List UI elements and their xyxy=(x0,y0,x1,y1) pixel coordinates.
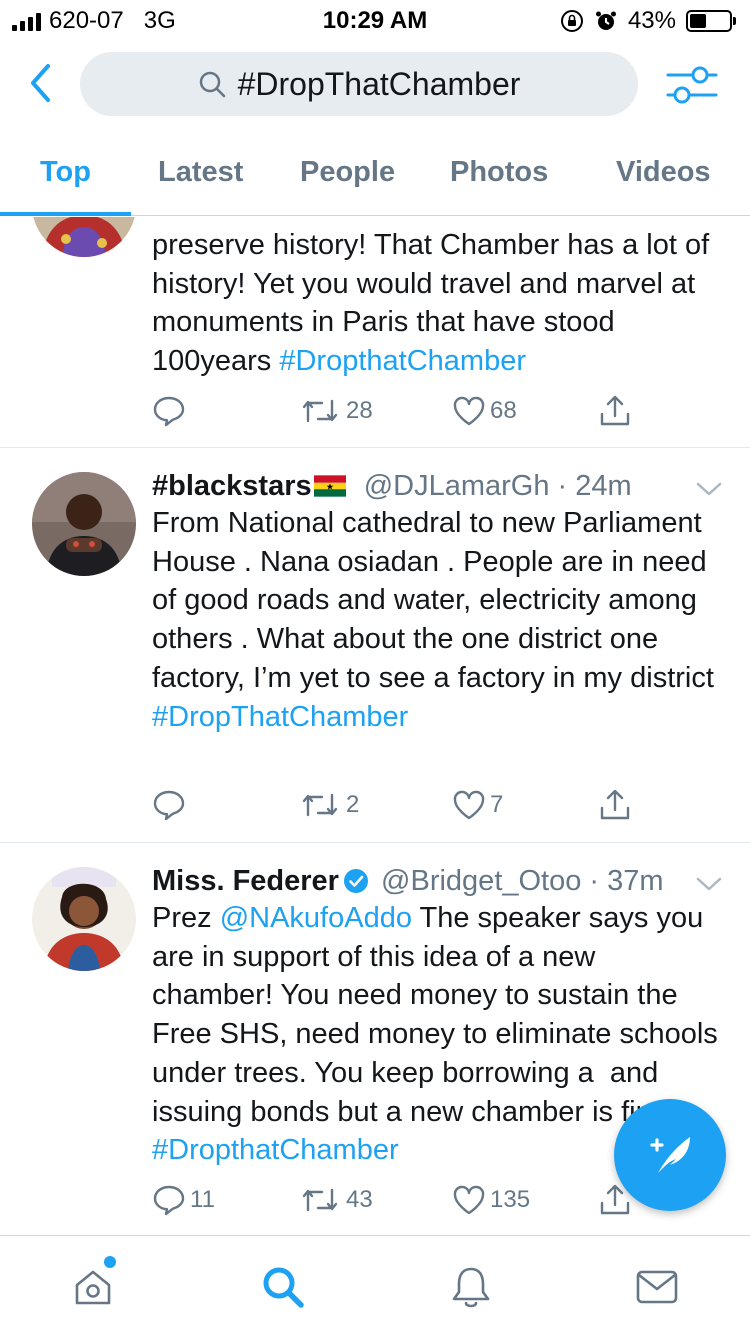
tweet-time: 37m xyxy=(607,865,664,897)
tab-top[interactable]: Top xyxy=(40,156,91,189)
ghana-flag-icon xyxy=(313,475,346,497)
hashtag-link[interactable]: #DropthatChamber xyxy=(279,345,526,377)
bell-icon xyxy=(452,1267,490,1308)
retweet-icon xyxy=(302,793,338,817)
reply-button[interactable] xyxy=(152,787,190,823)
retweet-button[interactable]: 28 xyxy=(298,393,373,429)
share-icon xyxy=(600,789,630,820)
tweet-actions: 28 68 xyxy=(152,393,652,429)
tweet-header: Miss. Federer @Bridget_Otoo · 37m xyxy=(152,862,664,900)
search-header: #DropThatChamber xyxy=(0,40,750,130)
verified-badge-icon xyxy=(343,869,368,893)
sliders-icon xyxy=(666,66,718,104)
tweet-text: preserve history! That Chamber has a lot… xyxy=(152,226,722,381)
tweet-text: From National cathedral to new Parliamen… xyxy=(152,504,722,736)
nav-notifications[interactable] xyxy=(446,1262,496,1312)
like-button[interactable]: 135 xyxy=(452,1182,530,1218)
share-icon xyxy=(600,395,630,426)
tab-people[interactable]: People xyxy=(300,156,395,189)
like-button[interactable]: 7 xyxy=(452,787,503,823)
heart-icon xyxy=(453,396,485,426)
retweet-button[interactable]: 43 xyxy=(298,1182,373,1218)
avatar[interactable] xyxy=(32,472,136,576)
tweet-feed[interactable]: preserve history! That Chamber has a lot… xyxy=(0,217,750,1235)
status-right: 43% xyxy=(560,7,736,35)
display-name[interactable]: Miss. Federer xyxy=(152,865,339,897)
tweet-actions: 11 43 135 xyxy=(152,1182,652,1218)
tweet-text-segment: From National cathedral to new Parliamen… xyxy=(152,507,714,694)
active-tab-indicator xyxy=(0,212,131,216)
search-input[interactable]: #DropThatChamber xyxy=(80,52,638,116)
mention-link[interactable]: @NAkufoAddo xyxy=(220,902,412,934)
tweet[interactable]: preserve history! That Chamber has a lot… xyxy=(0,217,750,447)
status-bar: 620-07 3G 10:29 AM 43% xyxy=(0,0,750,40)
mail-icon xyxy=(636,1270,678,1304)
separator: · xyxy=(581,865,608,897)
like-button[interactable]: 68 xyxy=(452,393,517,429)
reply-button[interactable] xyxy=(152,393,190,429)
tab-photos[interactable]: Photos xyxy=(450,156,548,189)
tweet-actions: 2 7 xyxy=(152,787,652,823)
heart-icon xyxy=(453,1185,485,1215)
home-icon xyxy=(75,1270,111,1305)
hashtag-link[interactable]: #DropThatChamber xyxy=(152,701,408,733)
battery-percent: 43% xyxy=(627,7,676,34)
search-tabs: Top Latest People Photos Videos xyxy=(0,130,750,216)
share-button[interactable] xyxy=(598,393,632,429)
search-icon xyxy=(263,1267,304,1308)
tweet-text-segment: The speaker says you are in support of t… xyxy=(152,902,726,1128)
tweet-time: 24m xyxy=(575,470,632,502)
heart-icon xyxy=(453,790,485,820)
tab-latest[interactable]: Latest xyxy=(158,156,243,189)
back-button[interactable] xyxy=(20,60,60,106)
rotation-lock-icon xyxy=(560,10,583,32)
reply-icon xyxy=(153,1185,185,1216)
bottom-navigation xyxy=(0,1235,750,1334)
search-filter-button[interactable] xyxy=(664,62,722,108)
chevron-down-icon[interactable] xyxy=(694,873,724,895)
avatar[interactable] xyxy=(32,867,136,971)
retweet-icon xyxy=(302,399,338,423)
alarm-icon xyxy=(595,11,616,30)
nav-home[interactable] xyxy=(68,1262,118,1312)
hashtag-link[interactable]: #DropthatChamber xyxy=(152,1134,399,1166)
user-handle[interactable]: @Bridget_Otoo xyxy=(381,865,581,897)
display-name[interactable]: #blackstars xyxy=(152,470,312,502)
tweet-text-segment: Prez xyxy=(152,902,220,934)
search-query: #DropThatChamber xyxy=(237,65,521,102)
retweet-icon xyxy=(302,1188,338,1212)
tab-videos[interactable]: Videos xyxy=(616,156,711,189)
reply-icon xyxy=(153,396,185,427)
battery-fill xyxy=(690,14,707,28)
search-icon xyxy=(199,71,225,98)
retweet-button[interactable]: 2 xyxy=(298,787,359,823)
reply-icon xyxy=(153,790,185,821)
tweet-header: #blackstars @DJLamarGh · 24m xyxy=(152,467,632,505)
nav-messages[interactable] xyxy=(632,1262,682,1312)
share-button[interactable] xyxy=(598,787,632,823)
nav-search[interactable] xyxy=(258,1262,308,1312)
tweet[interactable]: #blackstars @DJLamarGh · 24m From Nation… xyxy=(0,448,750,842)
battery-icon xyxy=(686,10,736,32)
separator: · xyxy=(549,470,576,502)
compose-feather-icon xyxy=(650,1137,690,1173)
chevron-down-icon[interactable] xyxy=(694,478,724,500)
user-handle[interactable]: @DJLamarGh xyxy=(364,470,550,502)
avatar[interactable] xyxy=(32,217,136,257)
chevron-left-icon xyxy=(31,64,50,102)
reply-button[interactable]: 11 xyxy=(152,1182,215,1218)
compose-tweet-button[interactable] xyxy=(614,1099,726,1211)
home-notification-dot xyxy=(104,1256,116,1268)
